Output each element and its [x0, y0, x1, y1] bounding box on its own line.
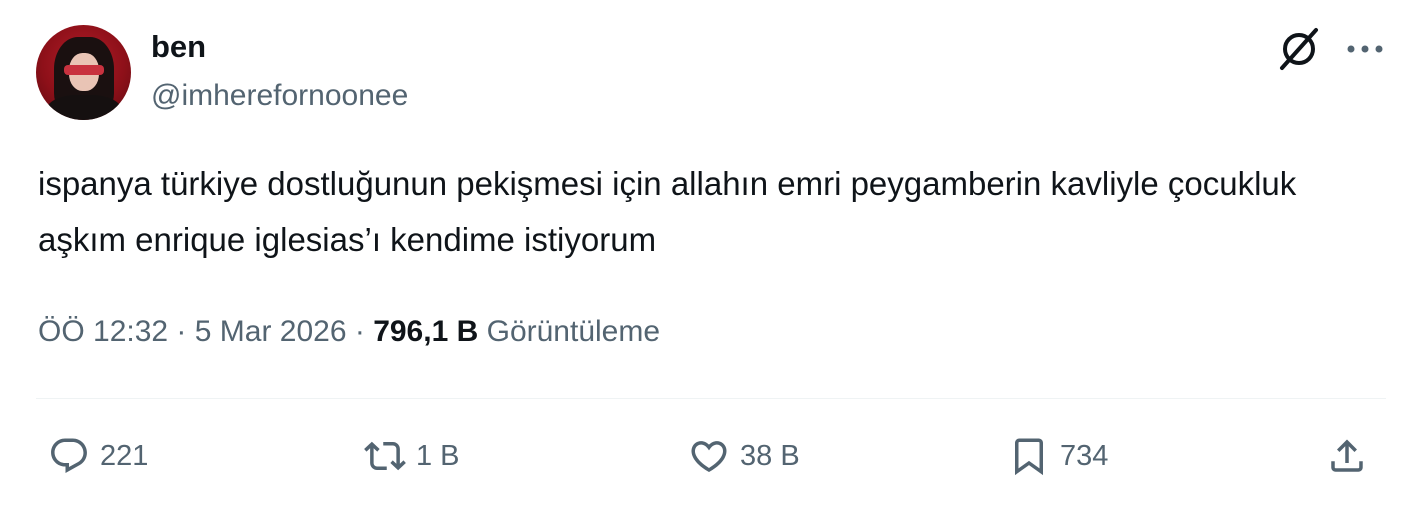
avatar-shoulders	[46, 95, 122, 120]
more-icon[interactable]	[1346, 40, 1384, 58]
reply-button[interactable]: 221	[48, 432, 148, 480]
avatar[interactable]	[36, 25, 131, 120]
tweet-text: ispanya türkiye dostluğunun pekişmesi iç…	[38, 165, 1297, 258]
like-button[interactable]: 38 B	[688, 432, 800, 480]
retweet-count: 1 B	[416, 440, 460, 472]
tweet-date[interactable]: 5 Mar 2026	[195, 315, 347, 348]
retweet-button[interactable]: 1 B	[364, 432, 460, 480]
like-count: 38 B	[740, 440, 800, 472]
avatar-glasses	[64, 65, 104, 75]
tweet-meta: ÖÖ 12:32 · 5 Mar 2026 · 796,1 B Görüntül…	[38, 311, 660, 353]
heart-icon	[691, 441, 727, 473]
retweet-icon	[364, 441, 406, 471]
share-button[interactable]	[1326, 432, 1368, 480]
bookmark-icon	[1015, 438, 1043, 476]
author-display-name[interactable]: ben	[151, 27, 206, 67]
views-count[interactable]: 796,1 B	[373, 315, 478, 348]
bookmark-button[interactable]: 734	[1008, 432, 1108, 480]
share-icon	[1331, 439, 1363, 472]
meta-separator: ·	[346, 315, 374, 348]
meta-separator: ·	[168, 315, 195, 348]
divider	[36, 398, 1386, 399]
views-label: Görüntüleme	[486, 315, 661, 348]
reply-count: 221	[100, 440, 149, 472]
bookmark-count: 734	[1060, 440, 1109, 472]
tweet-time[interactable]: ÖÖ 12:32	[38, 315, 168, 348]
author-handle[interactable]: @imherefornoonee	[151, 76, 408, 116]
grok-icon[interactable]	[1276, 26, 1322, 72]
reply-icon	[51, 438, 87, 473]
